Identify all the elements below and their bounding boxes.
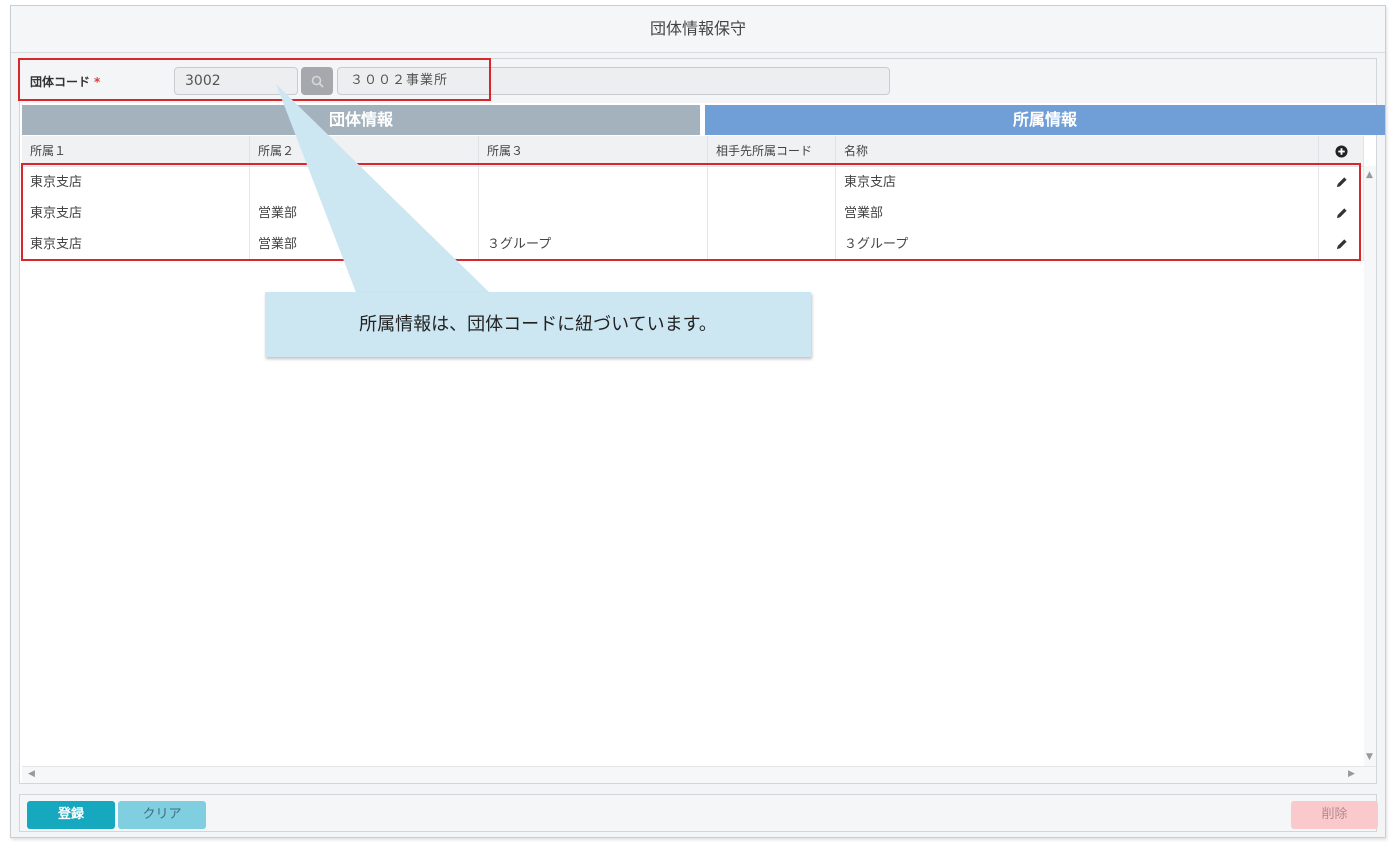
- column-header-affiliation1[interactable]: 所属１: [22, 136, 250, 166]
- column-header-name[interactable]: 名称: [836, 136, 1319, 166]
- callout-note: 所属情報は、団体コードに紐づいています。: [265, 292, 811, 357]
- section-header-affiliation-info: 所属情報: [705, 105, 1385, 135]
- clear-button[interactable]: クリア: [118, 801, 206, 829]
- register-button[interactable]: 登録: [27, 801, 115, 829]
- highlight-box-grid-rows: [21, 163, 1361, 261]
- scroll-up-icon[interactable]: ▲: [1366, 170, 1373, 180]
- horizontal-scrollbar[interactable]: ◀ ▶: [22, 766, 1376, 783]
- scroll-right-icon[interactable]: ▶: [1348, 769, 1355, 779]
- vertical-scrollbar[interactable]: ▲ ▼: [1364, 166, 1376, 766]
- highlight-box-code-field: [18, 58, 491, 101]
- app-window: 団体情報保守 団体コード * 3002 ３００２事業所 団体情報 所属情報 所属１…: [10, 5, 1386, 838]
- add-circle-icon: [1334, 145, 1348, 158]
- add-row-button[interactable]: [1319, 136, 1364, 166]
- column-header-affiliation2[interactable]: 所属２: [250, 136, 479, 166]
- column-header-partner-code[interactable]: 相手先所属コード: [708, 136, 836, 166]
- scroll-left-icon[interactable]: ◀: [28, 769, 35, 779]
- scroll-down-icon[interactable]: ▼: [1366, 752, 1373, 762]
- column-header-affiliation3[interactable]: 所属３: [479, 136, 708, 166]
- delete-button[interactable]: 削除: [1291, 801, 1378, 829]
- window-title: 団体情報保守: [11, 6, 1385, 53]
- section-header-group-info: 団体情報: [22, 105, 700, 135]
- footer-toolbar: 登録 クリア 削除: [19, 794, 1378, 832]
